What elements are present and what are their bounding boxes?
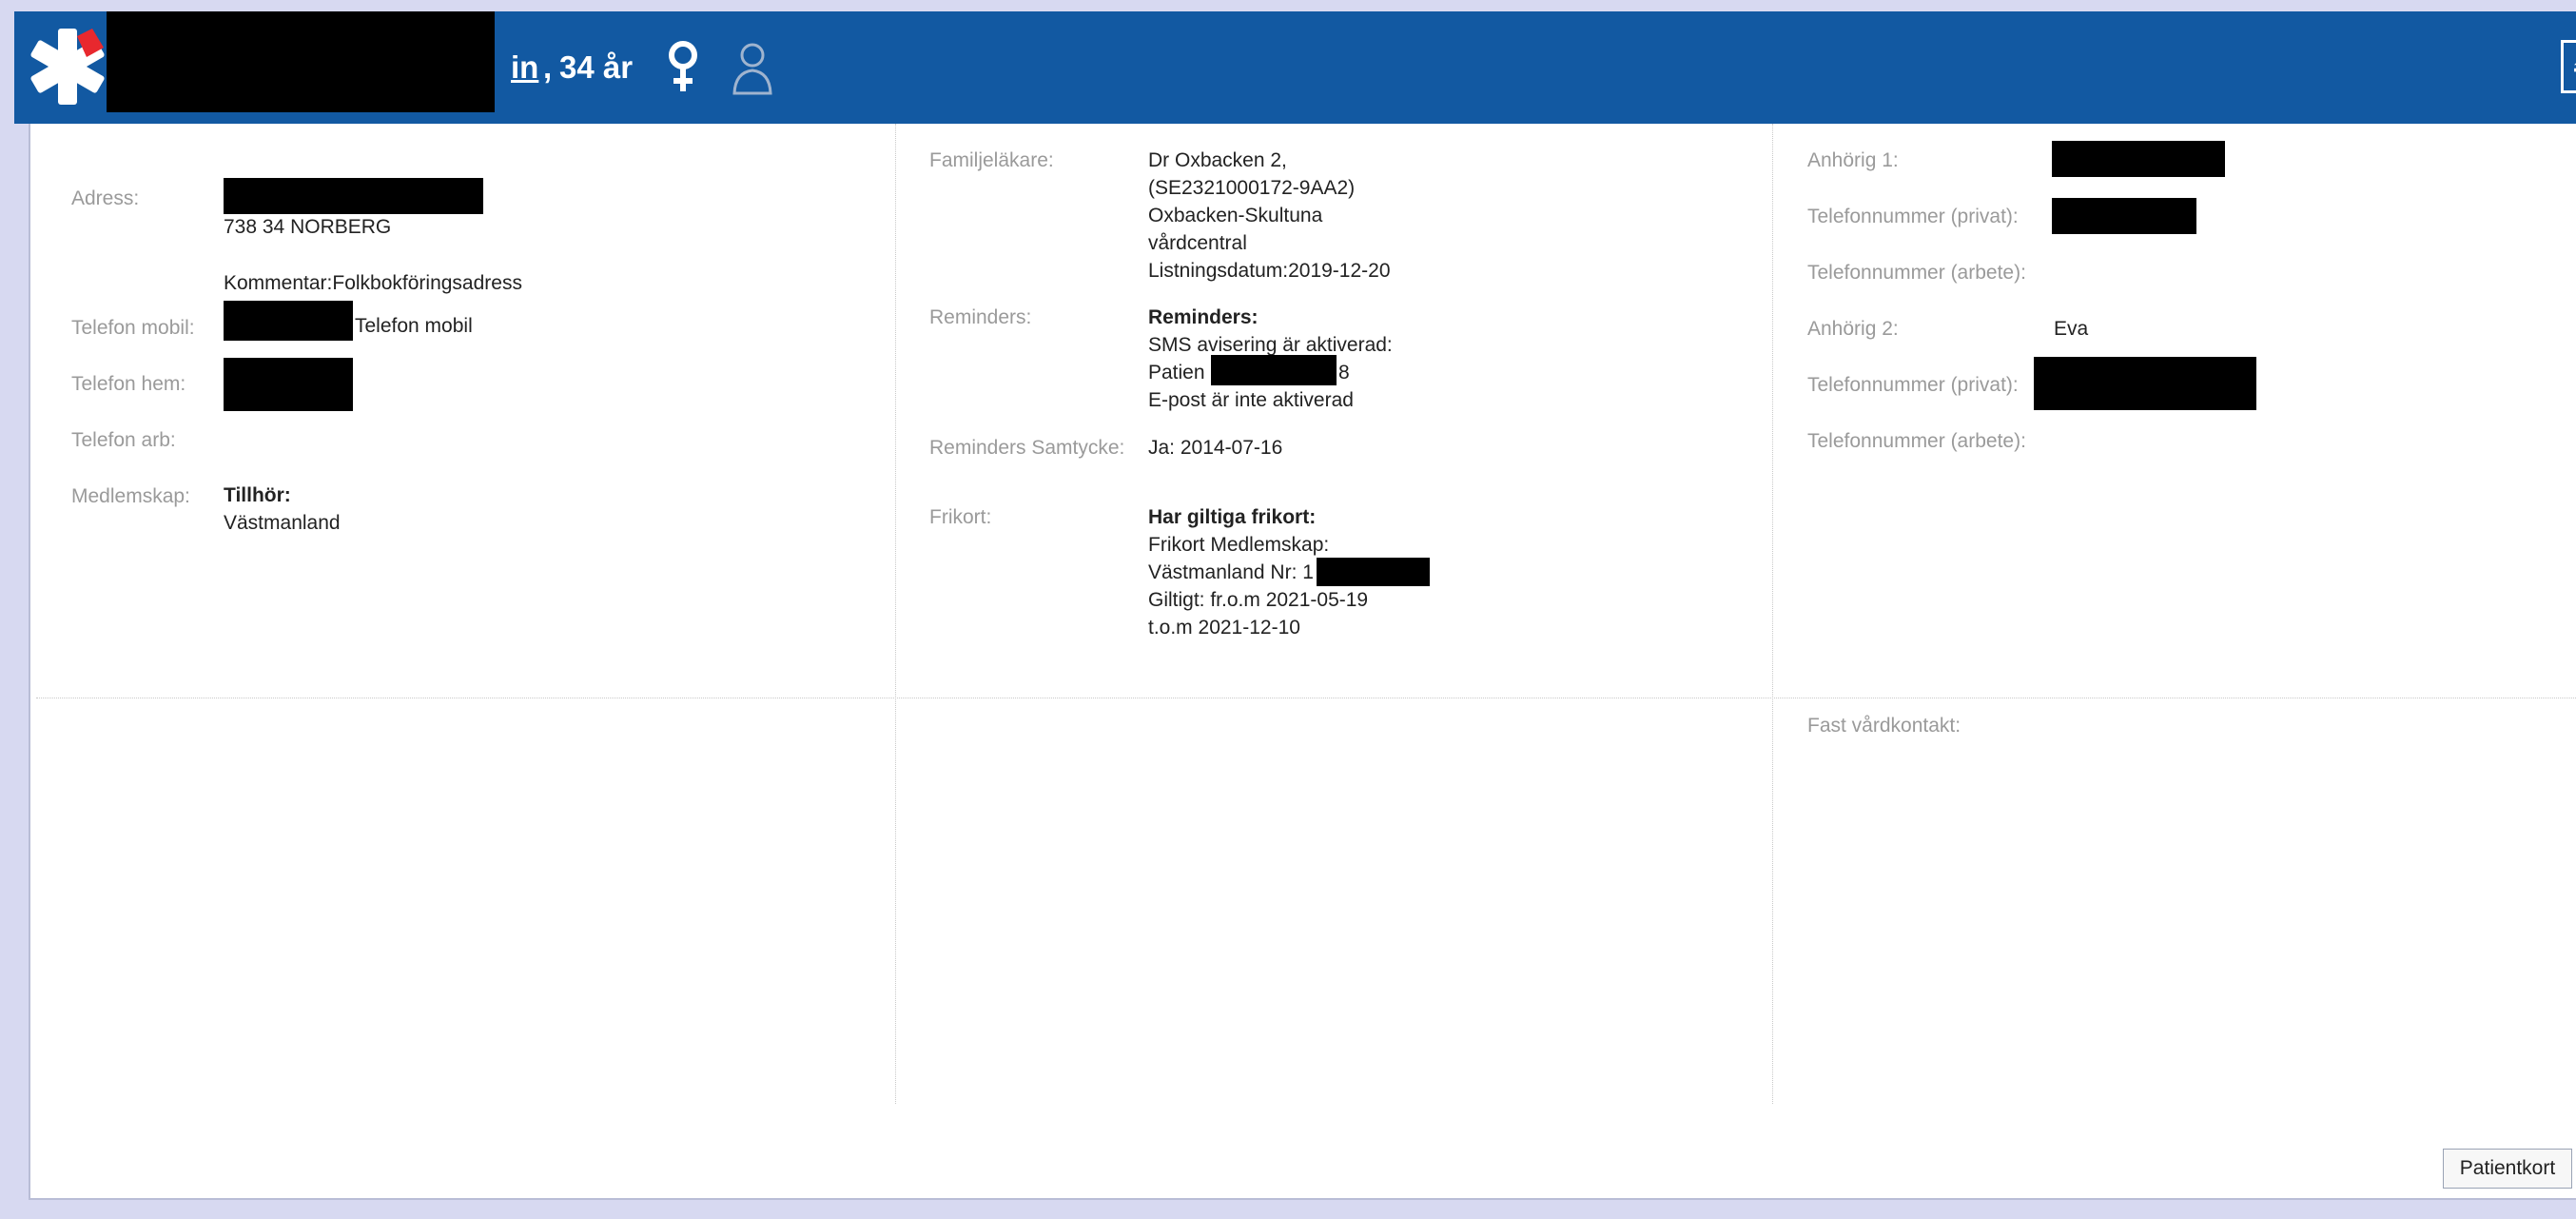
family-doctor-line: Dr Oxbacken 2, — [1148, 149, 1287, 171]
address-postal: 738 34 NORBERG — [224, 216, 392, 238]
mobile-phone-label: Telefon mobil: — [71, 317, 195, 339]
frikort-line: Västmanland Nr: 1 — [1148, 561, 1314, 583]
reminders-consent-value: Ja: 2014-07-16 — [1148, 437, 1283, 459]
redacted-street — [224, 178, 483, 214]
family-doctor-line: Listningsdatum:2019-12-20 — [1148, 260, 1391, 282]
reminders-email-status: E-post är inte aktiverad — [1148, 389, 1354, 411]
relative-1-label: Anhörig 1: — [1807, 149, 1899, 171]
redacted-patient-name — [107, 11, 495, 112]
redacted-patient-phone — [1211, 355, 1337, 385]
membership-title: Tillhör: — [224, 484, 291, 506]
redacted-relative-2-phone — [2034, 357, 2256, 410]
eject-icon — [2574, 63, 2576, 72]
membership-region: Västmanland — [224, 512, 341, 534]
patient-age: 34 år — [559, 49, 634, 85]
redacted-relative-1-name — [2052, 141, 2225, 177]
patientkort-button[interactable]: Patientkort — [2443, 1149, 2572, 1189]
column-divider — [895, 124, 896, 1104]
relative-1-private-phone-label: Telefonnummer (privat): — [1807, 206, 2019, 227]
relative-2-work-phone-label: Telefonnummer (arbete): — [1807, 430, 2026, 452]
frikort-title: Har giltiga frikort: — [1148, 506, 1317, 528]
star-of-life-icon — [30, 29, 105, 105]
family-doctor-line: (SE2321000172-9AA2) — [1148, 177, 1356, 199]
redacted-frikort-number — [1317, 558, 1430, 586]
frikort-label: Frikort: — [929, 506, 992, 528]
female-icon — [669, 41, 697, 91]
patient-header: in , 34 år — [14, 11, 2576, 124]
redacted-mobile-number — [224, 301, 353, 341]
membership-label: Medlemskap: — [71, 485, 190, 507]
eject-button[interactable] — [2561, 40, 2576, 93]
mobile-phone-type: Telefon mobil — [355, 315, 473, 337]
person-icon[interactable] — [730, 38, 775, 99]
family-doctor-line: Oxbacken-Skultuna — [1148, 205, 1323, 226]
address-comment: Kommentar:Folkbokföringsadress — [224, 272, 522, 294]
reminders-title: Reminders: — [1148, 306, 1259, 328]
redacted-relative-1-phone — [2052, 198, 2196, 234]
address-label: Adress: — [71, 187, 140, 209]
name-separator: , — [543, 49, 553, 85]
reminders-label: Reminders: — [929, 306, 1032, 328]
redacted-home-number — [224, 358, 353, 411]
work-phone-label: Telefon arb: — [71, 429, 176, 451]
patient-name-link[interactable]: in — [511, 49, 538, 86]
frikort-line: Frikort Medlemskap: — [1148, 534, 1330, 556]
care-contact-label: Fast vårdkontakt: — [1807, 715, 1961, 737]
relative-1-work-phone-label: Telefonnummer (arbete): — [1807, 262, 2026, 284]
relative-2-name: Eva — [2054, 318, 2089, 340]
home-phone-label: Telefon hem: — [71, 373, 186, 395]
frikort-line: t.o.m 2021-12-10 — [1148, 617, 1300, 639]
relative-2-label: Anhörig 2: — [1807, 318, 1899, 340]
patient-info-panel: Adress: 738 34 NORBERG Kommentar:Folkbok… — [29, 124, 2576, 1200]
column-divider — [1772, 124, 1773, 1104]
family-doctor-label: Familjeläkare: — [929, 149, 1054, 171]
relative-2-private-phone-label: Telefonnummer (privat): — [1807, 374, 2019, 396]
reminders-patient: Patien — [1148, 362, 1205, 383]
reminders-patient-tail: 8 — [1338, 362, 1350, 383]
frikort-line: Giltigt: fr.o.m 2021-05-19 — [1148, 589, 1369, 611]
family-doctor-line: vårdcentral — [1148, 232, 1247, 254]
reminders-consent-label: Reminders Samtycke: — [929, 437, 1125, 459]
